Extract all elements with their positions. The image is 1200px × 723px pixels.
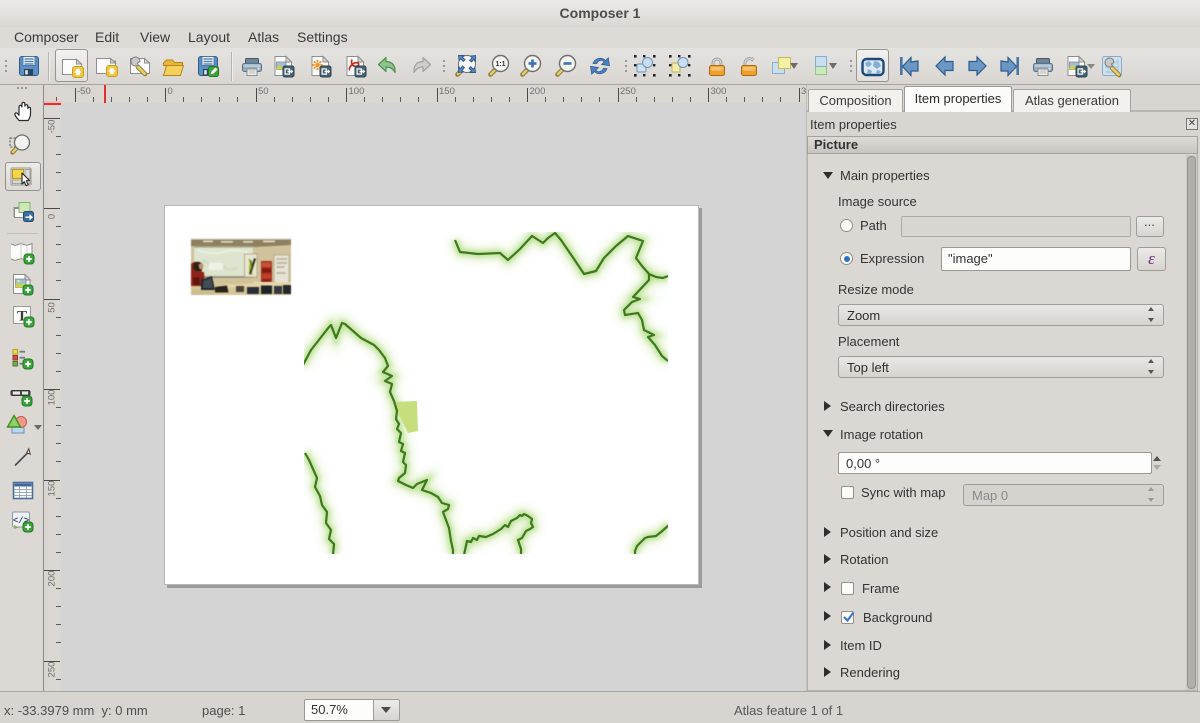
svg-text:1:1: 1:1 xyxy=(495,61,505,68)
